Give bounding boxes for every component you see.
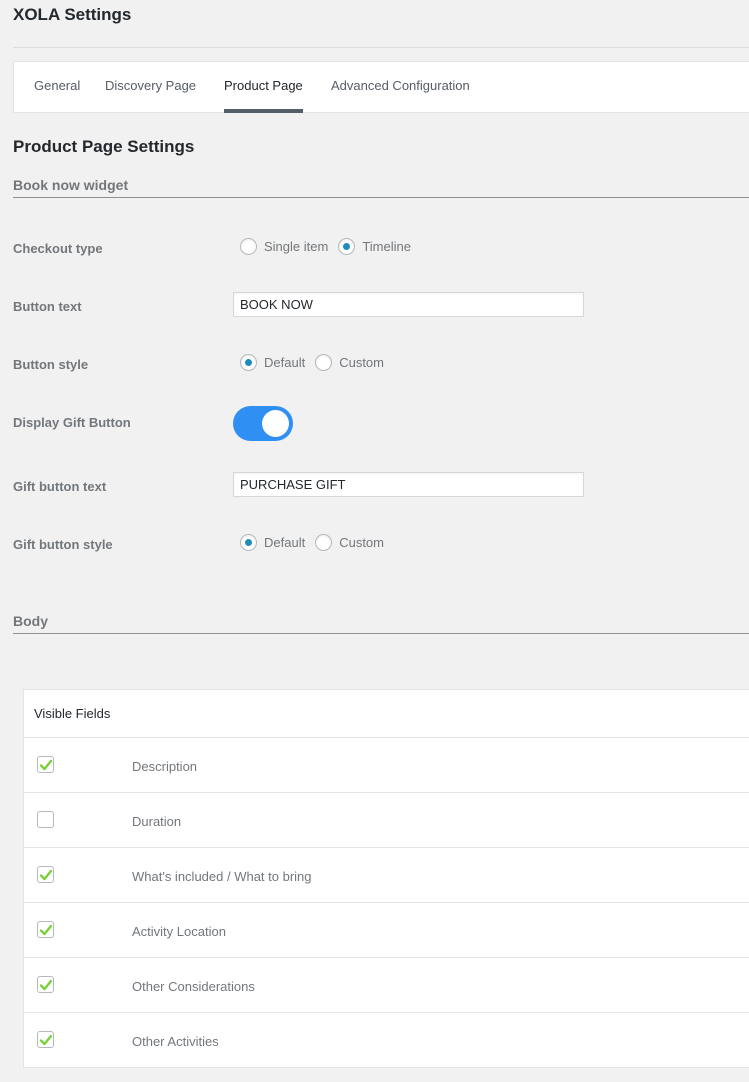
table-row: Description bbox=[24, 738, 749, 793]
checkout-type-radio-group: Single item Timeline bbox=[240, 238, 421, 255]
gift-button-style-label: Gift button style bbox=[13, 537, 113, 552]
gift-button-style-default[interactable]: Default bbox=[240, 534, 305, 551]
description-checkbox[interactable] bbox=[37, 756, 54, 773]
whats-included-checkbox[interactable] bbox=[37, 866, 54, 883]
other-activities-checkbox[interactable] bbox=[37, 1031, 54, 1048]
checkmark-icon bbox=[39, 1034, 53, 1046]
tab-discovery-page[interactable]: Discovery Page bbox=[105, 78, 196, 113]
activity-location-checkbox[interactable] bbox=[37, 921, 54, 938]
button-style-default-label: Default bbox=[264, 355, 306, 370]
table-row: Other Considerations bbox=[24, 958, 749, 1013]
book-now-widget-heading: Book now widget bbox=[13, 177, 749, 198]
section-title: Product Page Settings bbox=[13, 137, 195, 156]
gift-button-style-custom-label: Custom bbox=[339, 535, 384, 550]
other-considerations-label: Other Considerations bbox=[132, 979, 255, 994]
duration-label: Duration bbox=[132, 814, 182, 829]
button-style-default[interactable]: Default bbox=[240, 354, 305, 371]
gift-button-text-label: Gift button text bbox=[13, 479, 107, 494]
description-label: Description bbox=[132, 759, 198, 774]
button-text-input[interactable] bbox=[233, 292, 584, 317]
tab-product-page[interactable]: Product Page bbox=[224, 78, 303, 113]
activity-location-label: Activity Location bbox=[132, 924, 226, 939]
single-item-radio[interactable] bbox=[240, 238, 257, 255]
button-style-default-radio[interactable] bbox=[240, 354, 257, 371]
gift-button-text-input[interactable] bbox=[233, 472, 584, 497]
duration-checkbox[interactable] bbox=[37, 811, 54, 828]
table-row: What's included / What to bring bbox=[24, 848, 749, 903]
checkout-type-single-item[interactable]: Single item bbox=[240, 238, 328, 255]
gift-button-style-custom-radio[interactable] bbox=[315, 534, 333, 551]
checkout-type-label: Checkout type bbox=[13, 241, 103, 256]
settings-tabs: General Discovery Page Product Page Adva… bbox=[13, 61, 749, 113]
settings-page: XOLA Settings General Discovery Page Pro… bbox=[0, 0, 749, 1082]
checkmark-icon bbox=[39, 759, 53, 771]
other-activities-label: Other Activities bbox=[132, 1034, 219, 1049]
checkout-type-timeline[interactable]: Timeline bbox=[338, 238, 411, 255]
display-gift-button-toggle[interactable] bbox=[233, 406, 293, 441]
button-style-custom-radio[interactable] bbox=[315, 354, 333, 371]
timeline-radio[interactable] bbox=[338, 238, 356, 255]
table-row: Activity Location bbox=[24, 903, 749, 958]
gift-button-style-default-radio[interactable] bbox=[240, 534, 257, 551]
table-row: Duration bbox=[24, 793, 749, 848]
gift-button-style-radio-group: Default Custom bbox=[240, 534, 394, 551]
button-text-label: Button text bbox=[13, 299, 82, 314]
gift-button-style-custom[interactable]: Custom bbox=[315, 534, 384, 551]
other-considerations-checkbox[interactable] bbox=[37, 976, 54, 993]
button-style-custom[interactable]: Custom bbox=[315, 354, 384, 371]
display-gift-button-label: Display Gift Button bbox=[13, 415, 131, 430]
visible-fields-table: Visible Fields Description Duration What… bbox=[23, 689, 749, 1068]
checkmark-icon bbox=[39, 924, 53, 936]
toggle-knob bbox=[262, 410, 289, 437]
timeline-label: Timeline bbox=[362, 239, 411, 254]
title-divider bbox=[13, 47, 749, 48]
table-row: Other Activities bbox=[24, 1013, 749, 1068]
checkmark-icon bbox=[39, 869, 53, 881]
tab-general[interactable]: General bbox=[34, 78, 80, 113]
gift-button-style-default-label: Default bbox=[264, 535, 306, 550]
checkmark-icon bbox=[39, 979, 53, 991]
button-style-radio-group: Default Custom bbox=[240, 354, 394, 371]
button-style-custom-label: Custom bbox=[339, 355, 384, 370]
button-style-label: Button style bbox=[13, 357, 89, 372]
body-heading: Body bbox=[13, 613, 749, 634]
tab-advanced-configuration[interactable]: Advanced Configuration bbox=[331, 78, 470, 113]
single-item-label: Single item bbox=[264, 239, 329, 254]
visible-fields-header: Visible Fields bbox=[24, 690, 749, 738]
page-title: XOLA Settings bbox=[13, 5, 132, 24]
whats-included-label: What's included / What to bring bbox=[132, 869, 312, 884]
